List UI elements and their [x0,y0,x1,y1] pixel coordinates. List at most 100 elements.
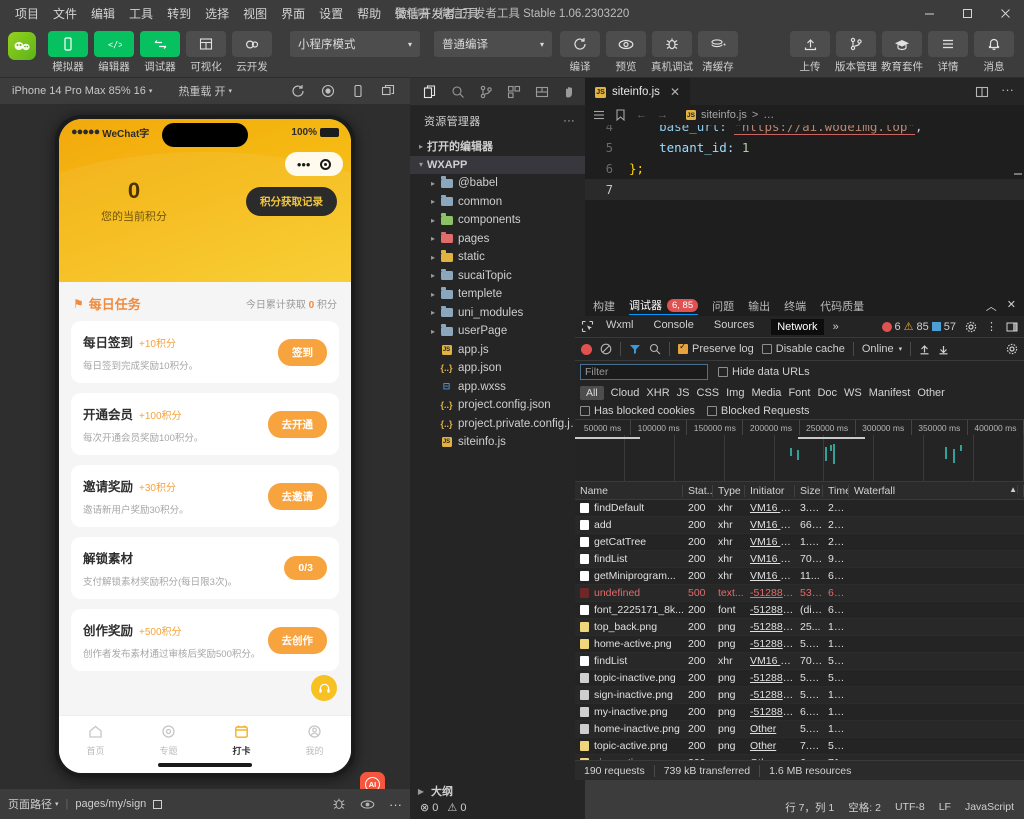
kebab-icon[interactable]: ⋮ [986,321,997,332]
table-row[interactable]: topic-active.png 200 png Other 7.5 ... 58 ... [575,738,1024,755]
toolbar-button-上传[interactable]: 上传 [788,30,832,74]
toolbar-button-可视化[interactable]: 可视化 [184,30,228,74]
menu-item-0[interactable]: 项目 [8,1,46,26]
explorer-item-common[interactable]: ▸ common [410,193,585,212]
wechat-capsule-menu[interactable]: ••• [285,152,343,176]
menu-item-9[interactable]: 帮助 [350,1,388,26]
type-filter-Manifest[interactable]: Manifest [869,387,911,399]
explorer-item-userPage[interactable]: ▸ userPage [410,322,585,341]
table-row[interactable]: add 200 xhr VM16 as... 664... 241... [575,517,1024,534]
menu-item-5[interactable]: 选择 [198,1,236,26]
menu-item-4[interactable]: 转到 [160,1,198,26]
column-header-Initiator[interactable]: Initiator [745,484,795,497]
close-icon[interactable]: ✕ [670,85,680,99]
table-row[interactable]: findDefault 200 xhr VM16 as... 3.9 ... 247... [575,500,1024,517]
outline-icon[interactable] [593,109,605,121]
debug-icon[interactable] [534,84,549,99]
toolbar-button-模拟器[interactable]: 模拟器 [46,30,90,74]
source-control-icon[interactable] [478,84,493,99]
table-row[interactable]: home-active.png 200 png -51288/ ... 5.8 ... 1… [575,636,1024,653]
hand-icon[interactable] [562,84,577,99]
panel-tab-调试器[interactable]: 调试器 6, 85 [629,297,699,315]
throttle-select[interactable]: Online ▾ [862,343,902,355]
editor-scrollbar[interactable] [1014,125,1024,300]
import-har-icon[interactable] [919,344,930,355]
preserve-log-checkbox[interactable]: Preserve log [678,341,754,355]
toolbar-button-调试器[interactable]: 调试器 [138,30,182,74]
type-filter-Cloud[interactable]: Cloud [611,387,640,399]
more-icon[interactable]: ··· [389,798,402,811]
minimize-button[interactable] [910,0,948,26]
column-header-Name[interactable]: Name [575,484,683,497]
table-row[interactable]: home-inactive.png 200 png Other 5.0 ... 179..… [575,721,1024,738]
network-overview-timeline[interactable]: 50000 ms 100000 ms 150000 ms 200000 ms 25000… [575,420,1024,482]
toolbar-button-教育套件[interactable]: 教育套件 [880,30,924,74]
table-row[interactable]: sign-inactive.png 200 png -51288/ ... 5.6 ..… [575,687,1024,704]
type-filter-Media[interactable]: Media [751,387,781,399]
devtools-tab-Sources[interactable]: Sources [711,319,757,335]
editor-tab-siteinfo[interactable]: JS siteinfo.js ✕ [585,78,690,105]
column-header-Size[interactable]: Size [795,484,823,497]
table-row[interactable]: findList 200 xhr VM16 as... 706... 907... [575,551,1024,568]
customer-service-fab[interactable] [311,675,337,701]
column-header-Stat...[interactable]: Stat... [683,484,713,497]
filter-icon[interactable] [629,343,641,355]
panel-tab-构建[interactable]: 构建 [593,298,615,314]
tabbar-item-我的[interactable]: 我的 [278,723,351,757]
explorer-item-templete[interactable]: ▸ templete [410,285,585,304]
blocked-filter-Has blocked cookies[interactable]: Has blocked cookies [580,405,695,417]
device-select[interactable]: iPhone 14 Pro Max 85% 16 ▾ [8,83,156,99]
split-editor-icon[interactable] [975,85,989,99]
toolbar-button-编译[interactable]: 编译 [558,30,602,74]
compile-select[interactable]: 普通编译 ▾ [434,31,552,57]
mode-select[interactable]: 小程序模式 ▾ [290,31,420,57]
hide-data-urls-checkbox[interactable]: Hide data URLs [718,366,810,378]
back-arrow-icon[interactable]: ← [636,109,647,121]
gear-icon[interactable] [965,321,977,333]
type-filter-Doc[interactable]: Doc [817,387,837,399]
more-icon[interactable]: ··· [1001,83,1014,99]
menu-item-8[interactable]: 设置 [312,1,350,26]
files-icon[interactable] [422,84,437,99]
filter-input[interactable]: Filter [580,364,708,380]
breadcrumb-path[interactable]: JS siteinfo.js > … [686,109,774,121]
menu-item-6[interactable]: 视图 [236,1,274,26]
warning-count-group[interactable]: ⚠ 0 [447,801,466,814]
encoding-setting[interactable]: UTF-8 [895,801,925,813]
column-header-Type[interactable]: Type [713,484,745,497]
table-row[interactable]: font_2225171_8k... 200 font -51288/ ... (dis… [575,602,1024,619]
column-header-Waterfall[interactable]: Waterfall [849,484,1024,497]
toolbar-button-详情[interactable]: 详情 [926,30,970,74]
explorer-item-app.json[interactable]: {..} app.json [410,359,585,378]
network-settings-icon[interactable] [1006,343,1018,355]
column-header-Time[interactable]: Time [823,484,849,497]
table-row[interactable]: topic-inactive.png 200 png -51288/ ... 5.0 .… [575,670,1024,687]
panel-tab-终端[interactable]: 终端 [784,298,806,314]
explorer-item-project.private.config.js...[interactable]: {..} project.private.config.js... [410,415,585,434]
export-har-icon[interactable] [938,344,949,355]
explorer-item-siteinfo.js[interactable]: JS siteinfo.js [410,433,585,452]
close-button[interactable] [986,0,1024,26]
search-icon[interactable] [450,84,465,99]
explorer-item-pages[interactable]: ▸ pages [410,230,585,249]
close-icon[interactable]: ✕ [1007,298,1016,314]
explorer-item-app.wxss[interactable]: ⊟ app.wxss [410,378,585,397]
toolbar-button-清缓存[interactable]: 清缓存 [696,30,740,74]
task-action-button[interactable]: 去邀请 [267,482,327,510]
table-row[interactable]: my-inactive.png 200 png -51288/ ... 6.6 ... 1… [575,704,1024,721]
cursor-position[interactable]: 行 7，列 1 [785,800,834,815]
explorer-more-icon[interactable]: ··· [563,115,575,127]
table-row[interactable]: findList 200 xhr VM16 as... 705... 552... [575,653,1024,670]
bookmark-icon[interactable] [615,109,626,121]
explorer-item-components[interactable]: ▸ components [410,211,585,230]
explorer-item-uni_modules[interactable]: ▸ uni_modules [410,304,585,323]
menu-item-1[interactable]: 文件 [46,1,84,26]
eol-setting[interactable]: LF [939,801,951,813]
explorer-section-WXAPP[interactable]: ▾ WXAPP [410,155,585,174]
toolbar-button-云开发[interactable]: 云开发 [230,30,274,74]
overflow-tabs-icon[interactable]: » [833,321,839,333]
menu-item-7[interactable]: 界面 [274,1,312,26]
points-record-button[interactable]: 积分获取记录 [246,187,337,216]
type-filter-JS[interactable]: JS [677,387,690,399]
toolbar-button-消息[interactable]: 消息 [972,30,1016,74]
